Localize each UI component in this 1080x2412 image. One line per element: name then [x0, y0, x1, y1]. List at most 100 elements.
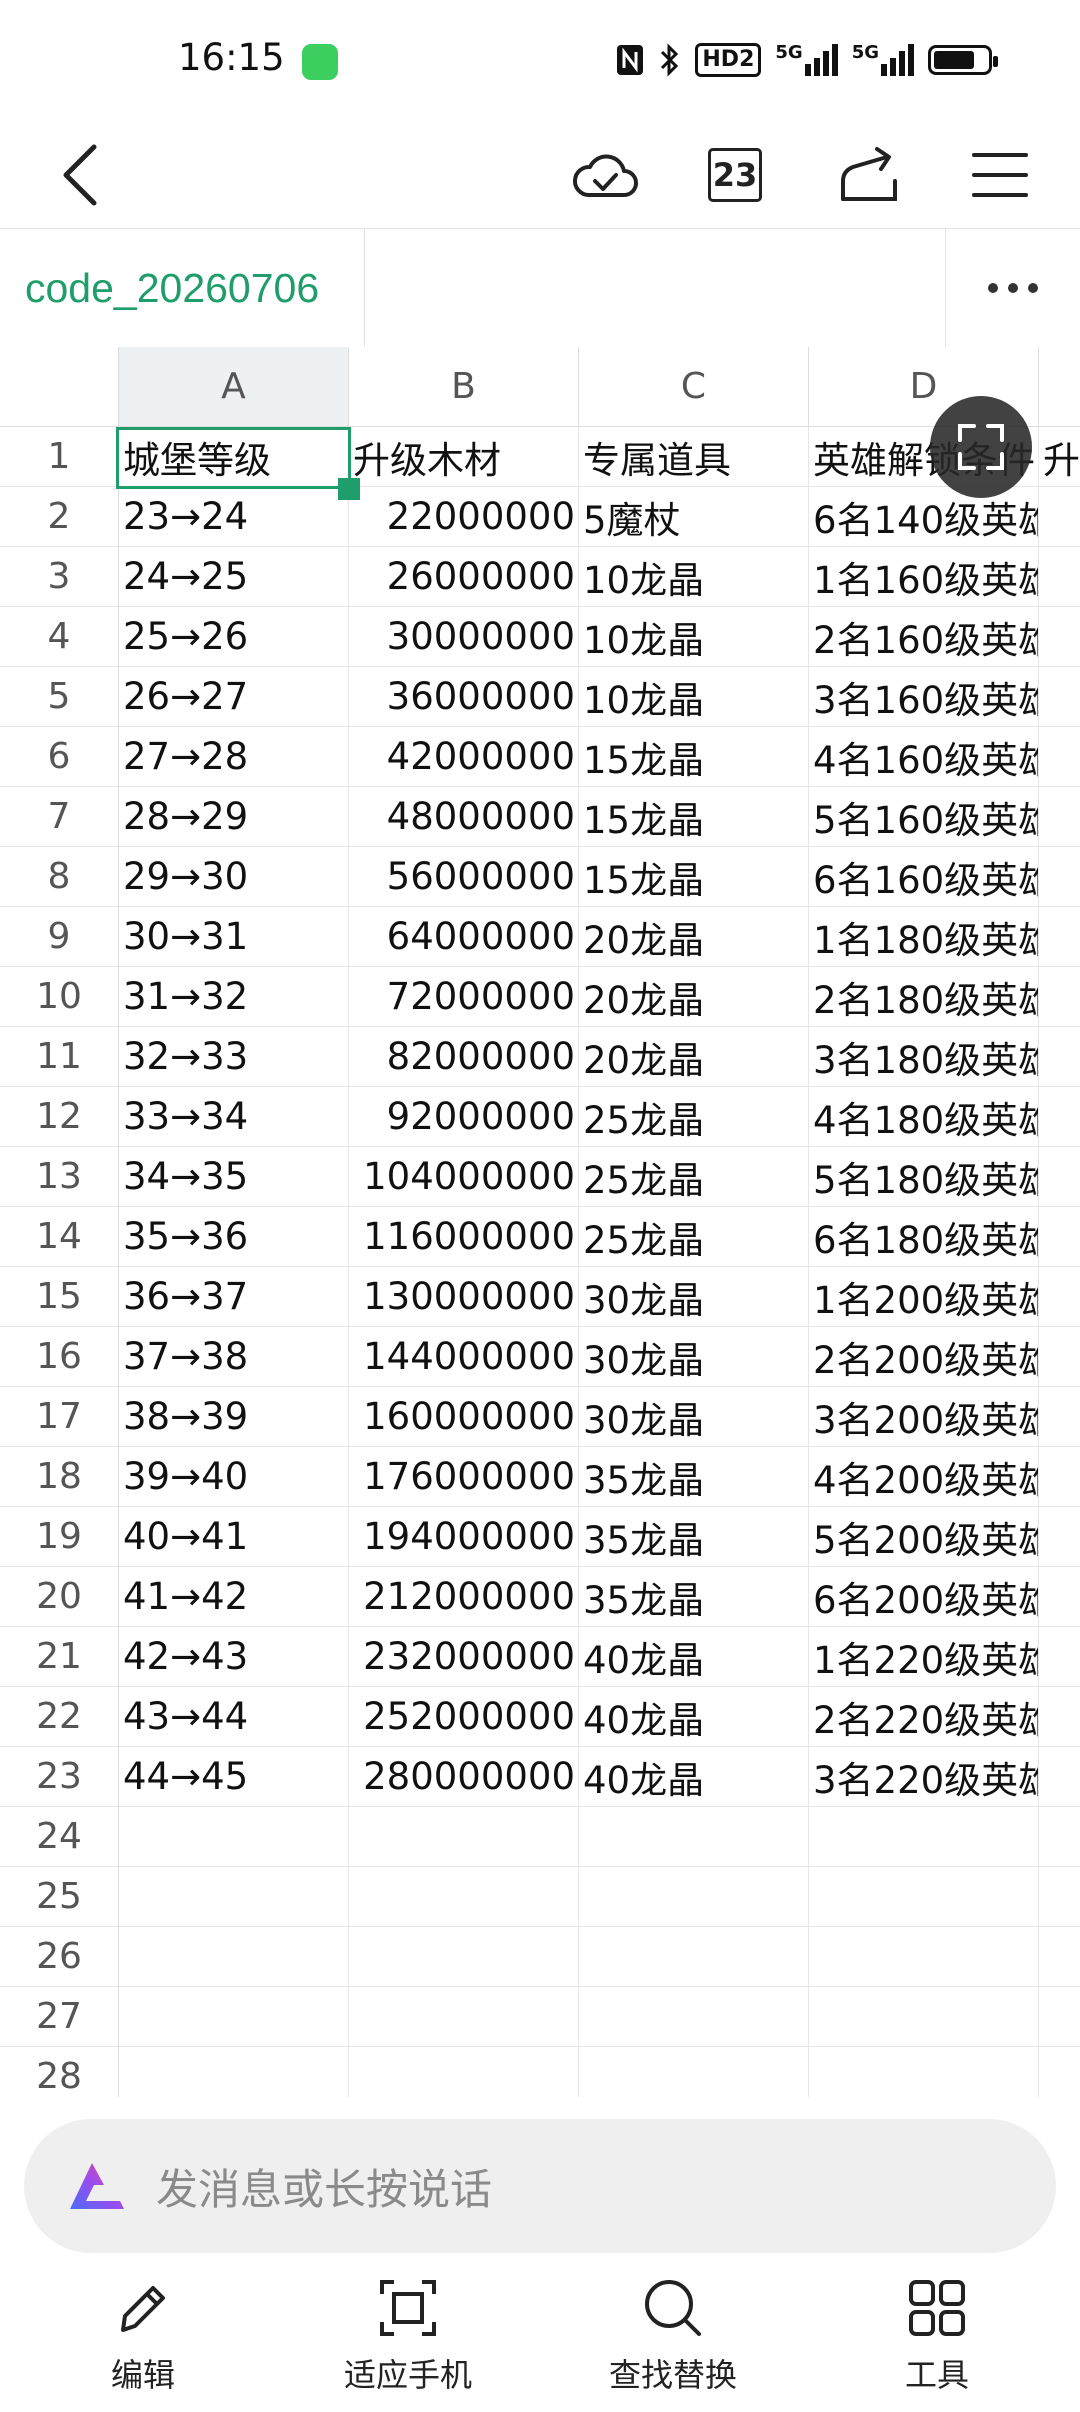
cell-a[interactable]: 28→29 [119, 787, 349, 847]
cell-d[interactable]: 4名180级英雄 [809, 1087, 1039, 1147]
cell-d[interactable]: 3名220级英雄 [809, 1747, 1039, 1807]
more-options-button[interactable] [945, 229, 1080, 347]
cell-a[interactable]: 33→34 [119, 1087, 349, 1147]
edit-button[interactable]: 编辑 [13, 2262, 273, 2412]
row-header[interactable]: 3 [0, 547, 119, 607]
cell-c[interactable]: 15龙晶 [579, 787, 809, 847]
cell-b[interactable]: 104000000 [349, 1147, 579, 1207]
cell-e[interactable] [1039, 1447, 1080, 1507]
cell-b[interactable]: 160000000 [349, 1387, 579, 1447]
column-header-b[interactable]: B [349, 347, 579, 427]
row-header[interactable]: 6 [0, 727, 119, 787]
cell-a[interactable]: 25→26 [119, 607, 349, 667]
row-header[interactable]: 20 [0, 1567, 119, 1627]
cell-b[interactable]: 176000000 [349, 1447, 579, 1507]
cell-a[interactable]: 43→44 [119, 1687, 349, 1747]
cell-c[interactable]: 25龙晶 [579, 1087, 809, 1147]
cell-a[interactable] [119, 1867, 349, 1927]
cell-e[interactable] [1039, 1507, 1080, 1567]
cell-d[interactable] [809, 1927, 1039, 1987]
cell-d[interactable]: 1名200级英雄 [809, 1267, 1039, 1327]
share-button[interactable] [820, 120, 920, 230]
cell-d[interactable] [809, 1807, 1039, 1867]
cell-a[interactable]: 39→40 [119, 1447, 349, 1507]
cell-e[interactable] [1039, 1207, 1080, 1267]
sheet-count-button[interactable]: 23 [690, 120, 780, 230]
fullscreen-button[interactable] [930, 396, 1032, 498]
cell-d[interactable]: 3名160级英雄 [809, 667, 1039, 727]
cell-a[interactable]: 42→43 [119, 1627, 349, 1687]
cell-a[interactable]: 38→39 [119, 1387, 349, 1447]
row-header[interactable]: 17 [0, 1387, 119, 1447]
cell-b[interactable]: 82000000 [349, 1027, 579, 1087]
cell-b[interactable]: 64000000 [349, 907, 579, 967]
cell-b[interactable]: 212000000 [349, 1567, 579, 1627]
cell-a[interactable]: 44→45 [119, 1747, 349, 1807]
cell-c[interactable] [579, 1987, 809, 2047]
cell-e[interactable] [1039, 1867, 1080, 1927]
menu-button[interactable] [955, 120, 1045, 230]
row-header[interactable]: 9 [0, 907, 119, 967]
cell-d[interactable]: 2名180级英雄 [809, 967, 1039, 1027]
row-header[interactable]: 2 [0, 487, 119, 547]
cell-a[interactable]: 34→35 [119, 1147, 349, 1207]
cell-d[interactable] [809, 1987, 1039, 2047]
cell-e[interactable] [1039, 1747, 1080, 1807]
cell-b[interactable]: 56000000 [349, 847, 579, 907]
row-header[interactable]: 23 [0, 1747, 119, 1807]
cell-d[interactable]: 6名180级英雄 [809, 1207, 1039, 1267]
cell-e[interactable] [1039, 1087, 1080, 1147]
cell-a[interactable]: 36→37 [119, 1267, 349, 1327]
cell-e[interactable]: 升 [1039, 427, 1080, 487]
cell-e[interactable] [1039, 1927, 1080, 1987]
row-header[interactable]: 27 [0, 1987, 119, 2047]
cell-e[interactable] [1039, 907, 1080, 967]
cell-e[interactable] [1039, 487, 1080, 547]
cell-c[interactable]: 40龙晶 [579, 1687, 809, 1747]
cell-c[interactable]: 35龙晶 [579, 1567, 809, 1627]
cell-e[interactable] [1039, 607, 1080, 667]
row-header[interactable]: 24 [0, 1807, 119, 1867]
cell-d[interactable]: 3名180级英雄 [809, 1027, 1039, 1087]
cell-a[interactable] [119, 1807, 349, 1867]
row-header[interactable]: 8 [0, 847, 119, 907]
cell-b[interactable] [349, 1987, 579, 2047]
cell-a[interactable] [119, 1987, 349, 2047]
cell-e[interactable] [1039, 967, 1080, 1027]
cell-c[interactable]: 35龙晶 [579, 1447, 809, 1507]
cell-e[interactable] [1039, 1147, 1080, 1207]
cell-b[interactable]: 42000000 [349, 727, 579, 787]
cell-b[interactable]: 130000000 [349, 1267, 579, 1327]
cell-c[interactable]: 20龙晶 [579, 1027, 809, 1087]
cell-b[interactable]: 194000000 [349, 1507, 579, 1567]
spreadsheet-grid[interactable]: A B C D 1 城堡等级 升级木材 专属道具 英雄解锁条件升 2 23→24 220000… [0, 347, 1080, 2097]
cell-b[interactable]: 36000000 [349, 667, 579, 727]
cell-d[interactable]: 3名200级英雄 [809, 1387, 1039, 1447]
cell-d[interactable]: 5名200级英雄 [809, 1507, 1039, 1567]
row-header[interactable]: 15 [0, 1267, 119, 1327]
cell-e[interactable] [1039, 1987, 1080, 2047]
cell-d[interactable]: 6名200级英雄 [809, 1567, 1039, 1627]
row-header[interactable]: 1 [0, 427, 119, 487]
selection-fill-handle[interactable] [338, 478, 360, 500]
row-header[interactable]: 28 [0, 2047, 119, 2097]
cell-e[interactable] [1039, 1387, 1080, 1447]
cell-e[interactable] [1039, 1327, 1080, 1387]
cell-b[interactable] [349, 1867, 579, 1927]
cell-c[interactable] [579, 1807, 809, 1867]
cell-c[interactable]: 10龙晶 [579, 667, 809, 727]
cell-a[interactable]: 24→25 [119, 547, 349, 607]
cell-a[interactable]: 23→24 [119, 487, 349, 547]
cell-c[interactable]: 15龙晶 [579, 727, 809, 787]
cell-d[interactable]: 1名220级英雄 [809, 1627, 1039, 1687]
cell-b[interactable]: 升级木材 [349, 427, 579, 487]
cell-c[interactable]: 10龙晶 [579, 547, 809, 607]
cell-b[interactable]: 26000000 [349, 547, 579, 607]
cell-e[interactable] [1039, 787, 1080, 847]
cell-a[interactable]: 35→36 [119, 1207, 349, 1267]
cell-b[interactable]: 22000000 [349, 487, 579, 547]
cell-c[interactable] [579, 1867, 809, 1927]
cell-d[interactable] [809, 1867, 1039, 1927]
cell-c[interactable]: 30龙晶 [579, 1267, 809, 1327]
cell-a[interactable]: 30→31 [119, 907, 349, 967]
